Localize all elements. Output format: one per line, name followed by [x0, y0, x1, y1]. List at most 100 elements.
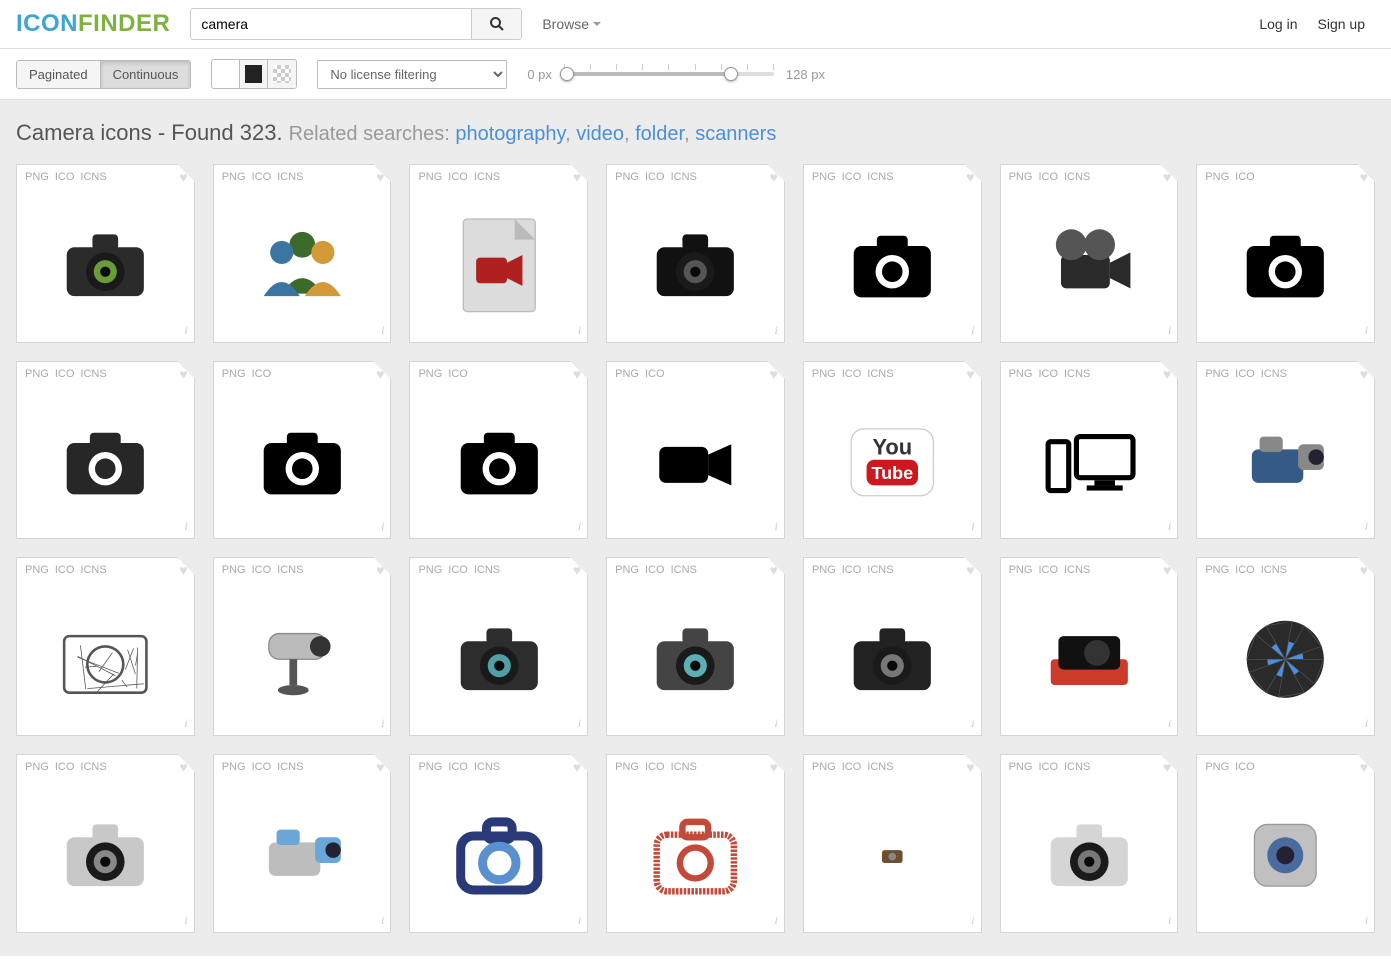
icon-preview[interactable]: [17, 189, 194, 342]
icon-card[interactable]: PNG ICO ♥ i: [213, 361, 392, 540]
format-icns[interactable]: ICNS: [671, 564, 697, 576]
format-ico[interactable]: ICO: [645, 368, 665, 380]
format-png[interactable]: PNG: [1205, 171, 1229, 183]
info-icon[interactable]: i: [381, 323, 384, 338]
format-png[interactable]: PNG: [615, 564, 639, 576]
format-icns[interactable]: ICNS: [80, 761, 106, 773]
info-icon[interactable]: i: [775, 913, 778, 928]
bg-white-button[interactable]: [212, 60, 240, 88]
format-ico[interactable]: ICO: [55, 368, 75, 380]
icon-card[interactable]: PNG ICO ♥ i: [1196, 164, 1375, 343]
format-ico[interactable]: ICO: [645, 564, 665, 576]
favorite-icon[interactable]: ♥: [376, 366, 384, 382]
icon-preview[interactable]: [1197, 189, 1374, 342]
signup-link[interactable]: Sign up: [1318, 16, 1365, 32]
format-icns[interactable]: ICNS: [1064, 761, 1090, 773]
icon-card[interactable]: PNGICOICNS♥i: [213, 557, 392, 736]
favorite-icon[interactable]: ♥: [770, 562, 778, 578]
info-icon[interactable]: i: [971, 716, 974, 731]
format-icns[interactable]: ICNS: [671, 761, 697, 773]
icon-card[interactable]: PNGICOICNS♥i: [1000, 164, 1179, 343]
info-icon[interactable]: i: [1365, 913, 1368, 928]
info-icon[interactable]: i: [381, 519, 384, 534]
icon-preview[interactable]: [607, 386, 784, 539]
icon-card[interactable]: PNGICOICNS♥i: [409, 164, 588, 343]
icon-preview[interactable]: YouTube: [804, 386, 981, 539]
favorite-icon[interactable]: ♥: [966, 562, 974, 578]
format-ico[interactable]: ICO: [842, 368, 862, 380]
format-ico[interactable]: ICO: [252, 171, 272, 183]
icon-preview[interactable]: [1001, 386, 1178, 539]
info-icon[interactable]: i: [184, 913, 187, 928]
favorite-icon[interactable]: ♥: [376, 169, 384, 185]
icon-card[interactable]: PNGICOICNS♥i: [606, 164, 785, 343]
format-icns[interactable]: ICNS: [1064, 564, 1090, 576]
size-slider-min-knob[interactable]: [560, 67, 574, 81]
format-png[interactable]: PNG: [1009, 564, 1033, 576]
format-ico[interactable]: ICO: [842, 761, 862, 773]
format-ico[interactable]: ICO: [645, 761, 665, 773]
format-png[interactable]: PNG: [418, 368, 442, 380]
icon-card[interactable]: PNG ICO ICNS ♥ i: [606, 557, 785, 736]
info-icon[interactable]: i: [1365, 323, 1368, 338]
icon-card[interactable]: PNGICOICNS♥i: [16, 754, 195, 933]
favorite-icon[interactable]: ♥: [573, 759, 581, 775]
format-png[interactable]: PNG: [615, 368, 639, 380]
icon-preview[interactable]: [17, 582, 194, 735]
related-link[interactable]: scanners: [695, 123, 776, 145]
size-slider[interactable]: [564, 72, 774, 76]
favorite-icon[interactable]: ♥: [179, 562, 187, 578]
favorite-icon[interactable]: ♥: [376, 759, 384, 775]
format-ico[interactable]: ICO: [842, 171, 862, 183]
format-png[interactable]: PNG: [222, 761, 246, 773]
format-ico[interactable]: ICO: [1235, 171, 1255, 183]
icon-preview[interactable]: [607, 582, 784, 735]
info-icon[interactable]: i: [1168, 913, 1171, 928]
format-ico[interactable]: ICO: [252, 368, 272, 380]
info-icon[interactable]: i: [775, 323, 778, 338]
format-icns[interactable]: ICNS: [474, 171, 500, 183]
format-ico[interactable]: ICO: [1038, 564, 1058, 576]
format-ico[interactable]: ICO: [1038, 368, 1058, 380]
favorite-icon[interactable]: ♥: [966, 366, 974, 382]
icon-preview[interactable]: [804, 189, 981, 342]
format-icns[interactable]: ICNS: [867, 564, 893, 576]
format-png[interactable]: PNG: [25, 564, 49, 576]
icon-card[interactable]: PNGICOICNS♥i: [16, 557, 195, 736]
favorite-icon[interactable]: ♥: [770, 759, 778, 775]
info-icon[interactable]: i: [775, 519, 778, 534]
icon-card[interactable]: PNGICOICNS♥i: [1196, 557, 1375, 736]
format-png[interactable]: PNG: [615, 171, 639, 183]
favorite-icon[interactable]: ♥: [1360, 169, 1368, 185]
format-icns[interactable]: ICNS: [1064, 368, 1090, 380]
format-ico[interactable]: ICO: [448, 564, 468, 576]
info-icon[interactable]: i: [184, 323, 187, 338]
logo[interactable]: ICONFINDER: [16, 10, 170, 38]
format-ico[interactable]: ICO: [252, 564, 272, 576]
icon-card[interactable]: PNGICOICNS♥i: [1000, 361, 1179, 540]
icon-card[interactable]: PNGICOICNS♥i: [213, 754, 392, 933]
icon-preview[interactable]: [214, 386, 391, 539]
browse-dropdown[interactable]: Browse: [542, 16, 601, 32]
info-icon[interactable]: i: [1168, 323, 1171, 338]
format-icns[interactable]: ICNS: [867, 171, 893, 183]
icon-card[interactable]: PNGICOICNS♥i: [1000, 754, 1179, 933]
icon-preview[interactable]: [17, 386, 194, 539]
format-png[interactable]: PNG: [222, 368, 246, 380]
format-png[interactable]: PNG: [418, 171, 442, 183]
info-icon[interactable]: i: [775, 716, 778, 731]
format-icns[interactable]: ICNS: [1261, 564, 1287, 576]
info-icon[interactable]: i: [1168, 519, 1171, 534]
icon-card[interactable]: PNGICOICNS♥YouTubei: [803, 361, 982, 540]
login-link[interactable]: Log in: [1259, 16, 1297, 32]
format-ico[interactable]: ICO: [55, 564, 75, 576]
format-icns[interactable]: ICNS: [671, 171, 697, 183]
icon-card[interactable]: PNGICOICNS♥i: [803, 557, 982, 736]
icon-preview[interactable]: [1197, 582, 1374, 735]
favorite-icon[interactable]: ♥: [1163, 759, 1171, 775]
favorite-icon[interactable]: ♥: [770, 169, 778, 185]
format-ico[interactable]: ICO: [1038, 171, 1058, 183]
info-icon[interactable]: i: [184, 716, 187, 731]
format-ico[interactable]: ICO: [252, 761, 272, 773]
size-slider-max-knob[interactable]: [724, 67, 738, 81]
